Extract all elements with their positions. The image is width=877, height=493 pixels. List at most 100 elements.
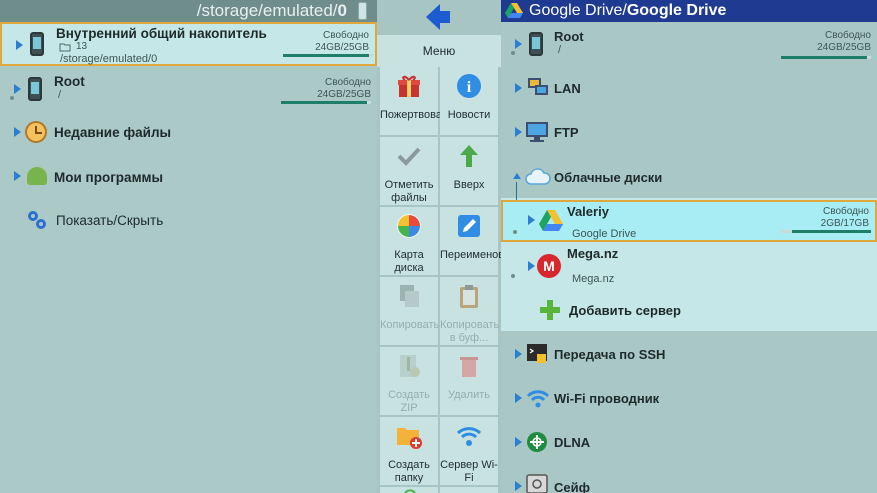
expand-arrow-icon[interactable] <box>14 171 21 181</box>
folder-icon <box>59 43 71 52</box>
menu-item-up[interactable]: Вверх <box>440 137 498 205</box>
menu-item-label: Удалить <box>448 389 490 401</box>
nav-item-my-apps[interactable]: Мои программы <box>0 156 377 196</box>
nav-item-label: Показать/Скрыть <box>56 213 164 228</box>
phone-icon <box>529 32 543 56</box>
menu-item-delete[interactable]: Удалить <box>440 347 498 415</box>
add-server-button[interactable]: Добавить сервер <box>501 290 877 330</box>
expand-arrow-icon[interactable] <box>515 349 522 359</box>
storage-title: Внутренний общий накопитель <box>56 26 267 41</box>
up-arrow-icon <box>460 145 478 167</box>
menu-item-label: Копировать <box>380 319 440 331</box>
location-title: Сейф <box>554 480 590 493</box>
location-cloud[interactable]: Облачные диски <box>501 156 877 196</box>
phone-icon <box>358 2 367 20</box>
clock-icon <box>25 121 47 143</box>
menu-item-copy[interactable]: Копировать <box>380 277 440 345</box>
usage-text: 2GB/17GB <box>820 218 869 229</box>
location-dlna[interactable]: DLNA <box>501 422 877 462</box>
free-label: Свободно <box>323 30 369 41</box>
account-provider: Google Drive <box>572 228 637 240</box>
plus-icon <box>540 300 560 320</box>
expand-arrow-icon[interactable] <box>16 40 23 50</box>
storage-item-root[interactable]: Root / Свободно 24GB/25GB <box>0 68 377 110</box>
add-server-label: Добавить сервер <box>569 303 681 318</box>
phone-icon <box>28 77 42 101</box>
storage-free: Свободно 24GB/25GB <box>315 30 369 54</box>
account-title: Valeriy <box>567 204 609 219</box>
cloud-icon <box>525 168 551 185</box>
menu-item-label: Отметить файлы <box>384 179 434 204</box>
expand-arrow-icon[interactable] <box>528 215 535 225</box>
usage-bar-fill <box>781 56 868 59</box>
back-button[interactable] <box>377 0 501 35</box>
expand-arrow-icon[interactable] <box>528 261 535 271</box>
expand-arrow-icon[interactable] <box>515 127 522 137</box>
location-ssh[interactable]: Передача по SSH <box>501 334 877 374</box>
wifi-server-icon <box>456 427 482 446</box>
edit-icon <box>458 215 480 237</box>
right-path-bold: Google Drive <box>626 2 727 19</box>
menu-item-disk-map[interactable]: Карта диска <box>380 207 438 275</box>
storage-item-internal[interactable]: Внутренний общий накопитель 13 /storage/… <box>0 22 377 66</box>
menu-item-select-files[interactable]: Отметить файлы <box>380 137 438 205</box>
menu-item-partial[interactable] <box>380 487 438 493</box>
dot-icon <box>513 230 517 234</box>
menu-item-partial[interactable] <box>440 487 498 493</box>
expand-arrow-icon[interactable] <box>515 393 522 403</box>
cloud-account-mega[interactable]: M Mega.nz Mega.nz <box>501 244 877 288</box>
expand-arrow-icon[interactable] <box>14 127 21 137</box>
location-lan[interactable]: LAN <box>501 68 877 108</box>
trash-icon <box>460 357 478 377</box>
menu-item-label: Карта диска <box>394 249 424 274</box>
dot-icon <box>10 96 14 100</box>
menu-item-create-zip[interactable]: Создать ZIP <box>380 347 438 415</box>
expand-arrow-icon[interactable] <box>14 84 21 94</box>
safe-icon <box>526 474 548 493</box>
cloud-account-valeriy[interactable]: Valeriy Google Drive Свободно 2GB/17GB <box>501 200 877 242</box>
expand-arrow-icon[interactable] <box>515 83 522 93</box>
back-arrow-icon[interactable] <box>426 4 450 30</box>
info-icon: i <box>457 74 481 98</box>
usage-text: 24GB/25GB <box>317 89 371 100</box>
menu-item-news[interactable]: i Новости <box>440 67 498 135</box>
menu-item-new-folder[interactable]: Создать папку <box>380 417 438 485</box>
menu-item-label: Создать ZIP <box>388 389 430 414</box>
settings-dots-icon <box>28 211 46 229</box>
nav-item-show-hide[interactable]: Показать/Скрыть <box>0 200 377 240</box>
location-title: Передача по SSH <box>554 347 666 362</box>
location-safe[interactable]: Сейф <box>501 466 877 493</box>
menu-item-donate[interactable]: Пожертвовать <box>380 67 453 135</box>
usage-bar-fill <box>781 230 792 233</box>
expand-arrow-icon[interactable] <box>515 481 522 491</box>
usage-bar-fill <box>281 101 368 104</box>
location-title: LAN <box>554 81 581 96</box>
usage-bar <box>781 230 871 233</box>
pie-chart-icon <box>397 214 421 238</box>
menu-panel: Меню Пожертвовать i Новости Отметить фай… <box>377 0 521 493</box>
location-wifi[interactable]: Wi-Fi проводник <box>501 378 877 418</box>
dot-icon <box>511 51 515 55</box>
left-path-bold: 0 <box>337 1 347 20</box>
collapse-arrow-icon[interactable] <box>513 173 521 179</box>
copy-icon <box>400 285 419 307</box>
location-ftp[interactable]: FTP <box>501 112 877 152</box>
storage-title: Root <box>54 74 85 89</box>
left-path-header: /storage/emulated/0 <box>0 0 377 22</box>
svg-text:i: i <box>467 79 472 96</box>
monitor-icon <box>526 122 548 142</box>
usage-text: 24GB/25GB <box>315 42 369 53</box>
mega-icon: M <box>537 254 561 278</box>
lan-icon <box>528 78 548 95</box>
google-drive-icon <box>505 3 523 18</box>
expand-arrow-icon[interactable] <box>515 39 522 49</box>
storage-path: / <box>58 89 62 101</box>
location-title: Облачные диски <box>554 170 663 185</box>
menu-item-copy-clipboard[interactable]: Копировать в буф... <box>440 277 499 345</box>
nav-item-recent[interactable]: Недавние файлы <box>0 112 377 152</box>
usage-bar <box>781 56 871 59</box>
menu-item-wifi-server[interactable]: Сервер Wi-Fi <box>440 417 498 485</box>
menu-item-rename[interactable]: Переименовать <box>440 207 521 275</box>
location-root[interactable]: Root / Свободно 24GB/25GB <box>501 24 877 66</box>
expand-arrow-icon[interactable] <box>515 437 522 447</box>
